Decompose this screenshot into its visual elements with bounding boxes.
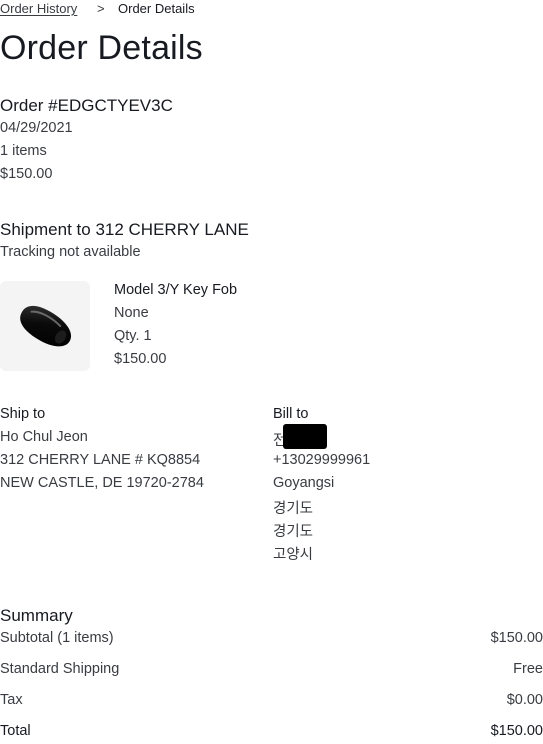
summary-total-value: $150.00 bbox=[490, 723, 543, 739]
ship-to-name: Ho Chul Jeon bbox=[0, 429, 88, 445]
summary-shipping-label: Standard Shipping bbox=[0, 661, 120, 677]
bill-to-heading: Bill to bbox=[273, 406, 309, 422]
product-option: None bbox=[114, 305, 149, 321]
bill-to-city: Goyangsi bbox=[273, 475, 335, 491]
breadcrumb-separator: > bbox=[97, 1, 105, 16]
order-number: Order #EDGCTYEV3C bbox=[0, 96, 173, 115]
summary-row-subtotal: Subtotal (1 items) $150.00 bbox=[0, 630, 543, 650]
product-quantity: Qty. 1 bbox=[114, 328, 152, 344]
bill-to-province-repeat: 경기도 bbox=[273, 524, 314, 540]
ship-to-heading: Ship to bbox=[0, 406, 46, 422]
summary-heading: Summary bbox=[0, 606, 73, 625]
key-fob-image bbox=[0, 281, 90, 371]
summary-tax-value: $0.00 bbox=[506, 692, 543, 708]
shipment-heading: Shipment to 312 CHERRY LANE bbox=[0, 220, 249, 239]
summary-row-total: Total $150.00 bbox=[0, 723, 543, 743]
summary-row-shipping: Standard Shipping Free bbox=[0, 661, 543, 681]
breadcrumb-current: Order Details bbox=[118, 1, 195, 16]
bill-to-district: 고양시 bbox=[273, 547, 314, 563]
order-items-count: 1 items bbox=[0, 143, 47, 159]
order-total: $150.00 bbox=[0, 166, 53, 182]
bill-to-phone: +13029999961 bbox=[273, 452, 371, 468]
tracking-status: Tracking not available bbox=[0, 244, 141, 260]
page-title: Order Details bbox=[0, 29, 203, 67]
product-name: Model 3/Y Key Fob bbox=[114, 282, 238, 298]
key-fob-icon bbox=[20, 305, 72, 347]
summary-tax-label: Tax bbox=[0, 692, 23, 708]
order-date: 04/29/2021 bbox=[0, 120, 73, 136]
product-price: $150.00 bbox=[114, 351, 167, 367]
bill-to-province: 경기도 bbox=[273, 501, 314, 517]
ship-to-address-line1: 312 CHERRY LANE # KQ8854 bbox=[0, 452, 201, 468]
summary-total-label: Total bbox=[0, 723, 31, 739]
redaction-block bbox=[283, 424, 327, 449]
ship-to-address-line2: NEW CASTLE, DE 19720-2784 bbox=[0, 475, 204, 491]
summary-shipping-value: Free bbox=[513, 661, 543, 677]
summary-subtotal-value: $150.00 bbox=[490, 630, 543, 646]
summary-subtotal-label: Subtotal (1 items) bbox=[0, 630, 114, 646]
summary-row-tax: Tax $0.00 bbox=[0, 692, 543, 712]
breadcrumb-order-history-link[interactable]: Order History bbox=[0, 1, 77, 16]
